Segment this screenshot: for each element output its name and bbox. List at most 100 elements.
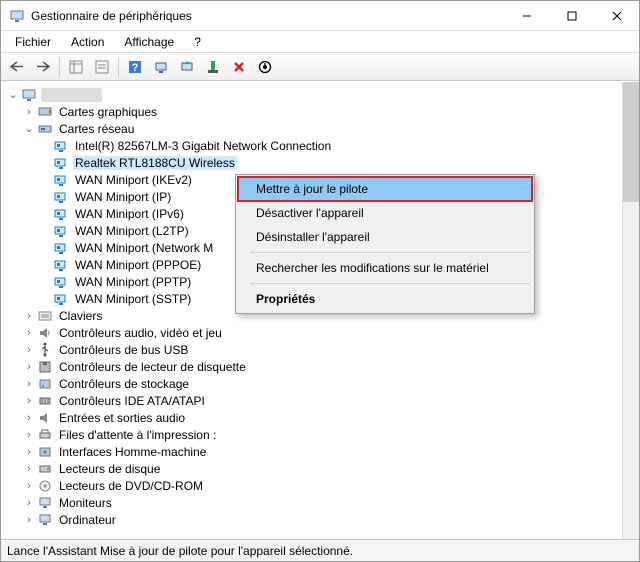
nic-icon <box>53 291 69 307</box>
expand-icon[interactable]: › <box>21 495 37 511</box>
forward-button[interactable] <box>31 56 55 78</box>
help-button[interactable]: ? <box>123 56 147 78</box>
collapse-icon[interactable]: ⌄ <box>21 121 37 137</box>
ctx-separator <box>250 252 530 253</box>
usb-icon <box>37 342 53 358</box>
expand-icon[interactable]: › <box>21 512 37 528</box>
expand-icon[interactable]: › <box>21 478 37 494</box>
nic-icon <box>53 155 69 171</box>
device-label: WAN Miniport (L2TP) <box>73 224 191 238</box>
category-label: Contrôleurs IDE ATA/ATAPI <box>57 394 207 408</box>
device-label: WAN Miniport (Network M <box>73 241 215 255</box>
ctx-uninstall-device[interactable]: Désinstaller l'appareil <box>238 225 532 249</box>
disk-icon <box>37 461 53 477</box>
network-device[interactable]: Realtek RTL8188CU Wireless <box>5 154 622 171</box>
expand-icon[interactable]: › <box>21 427 37 443</box>
properties-button[interactable] <box>90 56 114 78</box>
expand-icon[interactable]: › <box>21 342 37 358</box>
ctx-scan-hardware[interactable]: Rechercher les modifications sur le maté… <box>238 256 532 280</box>
storage-icon <box>37 376 53 392</box>
category-network[interactable]: ⌄ Cartes réseau <box>5 120 622 137</box>
category-audio[interactable]: ›Contrôleurs audio, vidéo et jeu <box>5 324 622 341</box>
category-printq[interactable]: ›Files d'attente à l'impression : <box>5 426 622 443</box>
category-graphics[interactable]: › Cartes graphiques <box>5 103 622 120</box>
nic-icon <box>53 257 69 273</box>
nic-icon <box>53 240 69 256</box>
minimize-button[interactable] <box>504 1 549 30</box>
category-monitors[interactable]: ›Moniteurs <box>5 494 622 511</box>
expand-icon[interactable]: › <box>21 393 37 409</box>
close-button[interactable] <box>594 1 639 30</box>
category-dvd[interactable]: › Lecteurs de DVD/CD-ROM <box>5 477 622 494</box>
display-adapter-icon <box>37 104 53 120</box>
category-label: Claviers <box>57 309 104 323</box>
network-adapter-icon <box>37 121 53 137</box>
app-icon <box>9 8 25 24</box>
back-button[interactable] <box>5 56 29 78</box>
device-tree[interactable]: ⌄ PC › Cartes graphiques ⌄ Cartes réseau… <box>1 82 622 539</box>
category-usb[interactable]: › Contrôleurs de bus USB <box>5 341 622 358</box>
category-ide[interactable]: › Contrôleurs IDE ATA/ATAPI <box>5 392 622 409</box>
expand-icon[interactable]: › <box>21 410 37 426</box>
device-label: WAN Miniport (PPPOE) <box>73 258 203 272</box>
ide-icon <box>37 393 53 409</box>
ctx-separator <box>250 283 530 284</box>
ctx-properties[interactable]: Propriétés <box>238 287 532 311</box>
expand-icon[interactable]: › <box>21 104 37 120</box>
menu-file[interactable]: Fichier <box>7 33 59 51</box>
category-computer[interactable]: › Ordinateur <box>5 511 622 528</box>
vertical-scrollbar[interactable] <box>622 82 639 539</box>
print-queue-icon <box>37 427 53 443</box>
scan-hardware-button[interactable] <box>149 56 173 78</box>
show-hide-tree-button[interactable] <box>64 56 88 78</box>
expand-icon[interactable]: › <box>21 461 37 477</box>
category-soundio[interactable]: ›Entrées et sorties audio <box>5 409 622 426</box>
menu-action[interactable]: Action <box>63 33 112 51</box>
ctx-disable-device[interactable]: Désactiver l'appareil <box>238 201 532 225</box>
category-label: Contrôleurs de bus USB <box>57 343 190 357</box>
menu-help[interactable]: ? <box>186 33 209 51</box>
keyboard-icon <box>37 308 53 324</box>
context-menu: Mettre à jour le pilote Désactiver l'app… <box>235 174 535 314</box>
category-hid[interactable]: ›Interfaces Homme-machine <box>5 443 622 460</box>
maximize-button[interactable] <box>549 1 594 30</box>
expand-icon[interactable]: › <box>21 359 37 375</box>
toolbar: ? <box>1 53 639 81</box>
monitor-icon <box>37 495 53 511</box>
update-driver-button[interactable] <box>175 56 199 78</box>
ctx-update-driver[interactable]: Mettre à jour le pilote <box>238 177 532 201</box>
expand-icon[interactable]: › <box>21 444 37 460</box>
expand-icon[interactable]: › <box>21 376 37 392</box>
titlebar: Gestionnaire de périphériques <box>1 1 639 31</box>
category-label: Lecteurs de disque <box>57 462 162 476</box>
category-label: Lecteurs de DVD/CD-ROM <box>57 479 205 493</box>
category-storage[interactable]: › Contrôleurs de stockage <box>5 375 622 392</box>
category-label: Ordinateur <box>57 513 118 527</box>
collapse-icon[interactable]: ⌄ <box>5 87 21 103</box>
status-text: Lance l'Assistant Mise à jour de pilote … <box>7 544 353 558</box>
scrollbar-thumb[interactable] <box>623 82 639 202</box>
device-label: WAN Miniport (SSTP) <box>73 292 193 306</box>
dvd-icon <box>37 478 53 494</box>
category-floppy[interactable]: ›Contrôleurs de lecteur de disquette <box>5 358 622 375</box>
menubar: Fichier Action Affichage ? <box>1 31 639 53</box>
install-legacy-button[interactable] <box>201 56 225 78</box>
network-device[interactable]: Intel(R) 82567LM-3 Gigabit Network Conne… <box>5 137 622 154</box>
device-label: WAN Miniport (IKEv2) <box>73 173 194 187</box>
nic-icon <box>53 206 69 222</box>
expand-icon[interactable]: › <box>21 308 37 324</box>
nic-icon <box>53 138 69 154</box>
disable-button[interactable] <box>253 56 277 78</box>
menu-view[interactable]: Affichage <box>116 33 182 51</box>
floppy-controller-icon <box>37 359 53 375</box>
uninstall-button[interactable] <box>227 56 251 78</box>
device-label: WAN Miniport (IPv6) <box>73 207 186 221</box>
nic-icon <box>53 189 69 205</box>
audio-io-icon <box>37 410 53 426</box>
expand-icon[interactable]: › <box>21 325 37 341</box>
sound-icon <box>37 325 53 341</box>
category-disk[interactable]: › Lecteurs de disque <box>5 460 622 477</box>
nic-icon <box>53 172 69 188</box>
root-node[interactable]: ⌄ PC <box>5 86 622 103</box>
category-label: Contrôleurs de stockage <box>57 377 191 391</box>
